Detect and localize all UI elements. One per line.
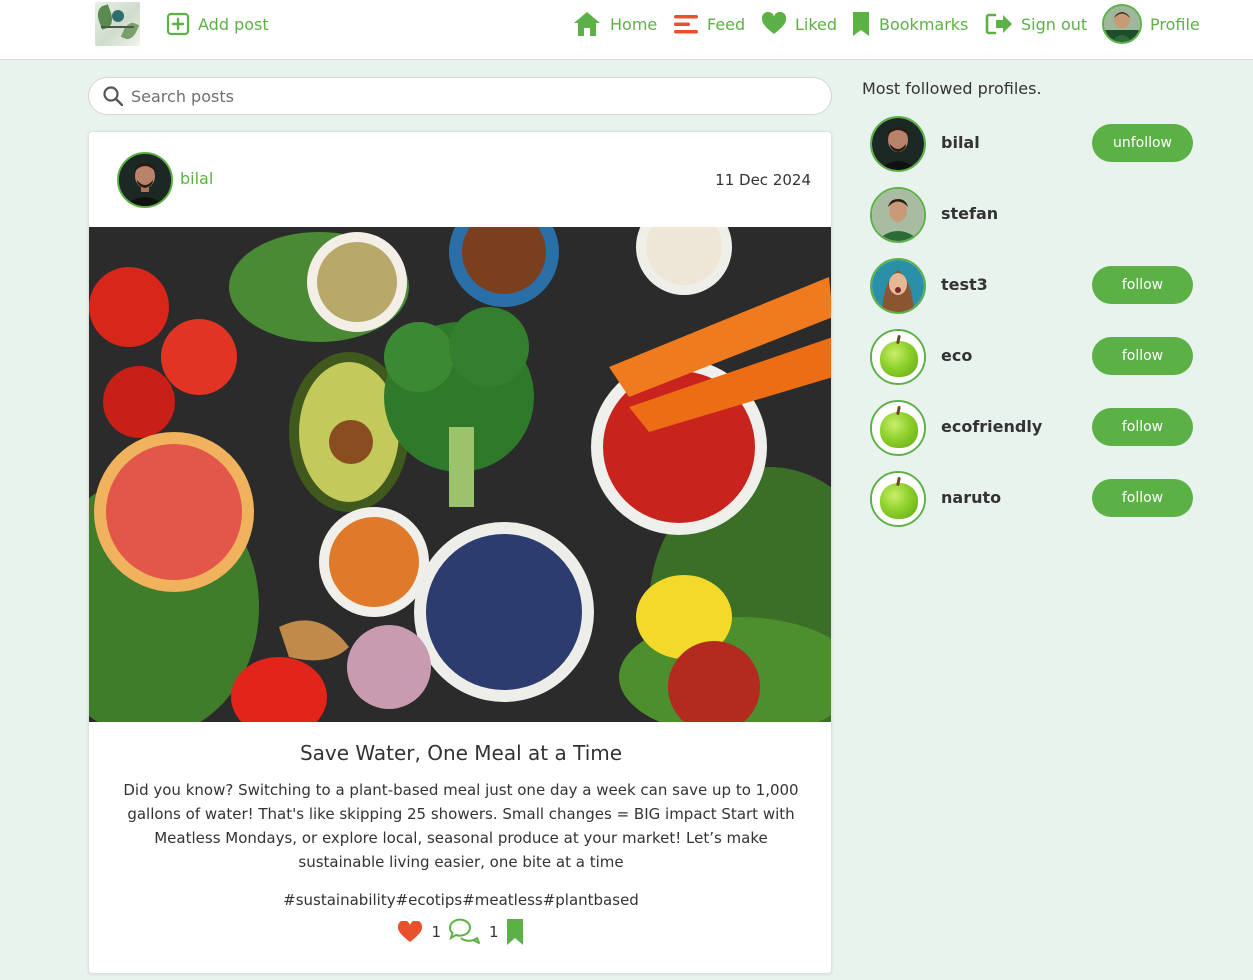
profile-name[interactable]: stefan: [941, 204, 998, 223]
nav-profile-label: Profile: [1150, 14, 1200, 34]
heart-icon[interactable]: [397, 921, 423, 943]
nav-home-label: Home: [610, 14, 658, 34]
heart-icon: [761, 12, 787, 34]
profile-avatar[interactable]: [870, 258, 926, 314]
top-navbar: Add post Home Feed Liked Bookmarks Sign …: [0, 0, 1253, 60]
profile-name[interactable]: bilal: [941, 133, 980, 152]
search-icon: [103, 86, 123, 106]
profile-row-eco[interactable]: eco follow: [870, 327, 1195, 385]
profile-name[interactable]: ecofriendly: [941, 417, 1042, 436]
profile-name[interactable]: eco: [941, 346, 972, 365]
post-tags[interactable]: #sustainability#ecotips#meatless#plantba…: [89, 891, 831, 909]
profile-name[interactable]: naruto: [941, 488, 1001, 507]
post-actions: 1 1: [89, 918, 831, 946]
profile-avatar: [1102, 4, 1142, 44]
comments-icon[interactable]: [447, 918, 481, 946]
post-author-name[interactable]: bilal: [180, 169, 213, 188]
comment-count: 1: [489, 923, 499, 941]
profile-name[interactable]: test3: [941, 275, 988, 294]
site-logo[interactable]: [95, 2, 140, 46]
comment-group[interactable]: 1: [447, 918, 499, 946]
unfollow-button[interactable]: unfollow: [1092, 124, 1193, 162]
bookmark-icon: [853, 12, 869, 36]
sign-out-icon: [985, 13, 1012, 35]
profile-row-bilal[interactable]: bilal unfollow: [870, 114, 1195, 172]
like-count: 1: [431, 923, 441, 941]
search-bar: [88, 77, 832, 115]
follow-button[interactable]: follow: [1092, 479, 1193, 517]
post-card: bilal 11 Dec 2024 Save Water, One Meal a…: [88, 131, 832, 974]
follow-button[interactable]: follow: [1092, 266, 1193, 304]
post-author-avatar[interactable]: [117, 152, 173, 208]
profile-avatar[interactable]: [870, 329, 926, 385]
profile-avatar[interactable]: [870, 471, 926, 527]
feed-bars-icon: [674, 15, 698, 34]
nav-bookmarks[interactable]: Bookmarks: [851, 7, 968, 41]
apple-icon: [872, 331, 924, 383]
profile-row-ecofriendly[interactable]: ecofriendly follow: [870, 398, 1195, 456]
nav-profile[interactable]: Profile: [1102, 4, 1200, 44]
profile-avatar[interactable]: [870, 187, 926, 243]
post-body: Did you know? Switching to a plant-based…: [123, 781, 799, 871]
bookmark-icon[interactable]: [505, 918, 525, 946]
post-date: 11 Dec 2024: [715, 171, 811, 189]
nav-add-post[interactable]: Add post: [166, 7, 269, 41]
home-icon: [574, 12, 600, 36]
follow-button[interactable]: follow: [1092, 408, 1193, 446]
apple-icon: [872, 402, 924, 454]
apple-icon: [872, 473, 924, 525]
sidebar-title: Most followed profiles.: [862, 79, 1042, 98]
follow-button[interactable]: follow: [1092, 337, 1193, 375]
nav-sign-out[interactable]: Sign out: [985, 7, 1087, 41]
nav-sign-out-label: Sign out: [1021, 14, 1088, 34]
plus-square-icon: [166, 12, 190, 36]
profile-avatar[interactable]: [870, 400, 926, 456]
profile-row-naruto[interactable]: naruto follow: [870, 469, 1195, 527]
nav-home[interactable]: Home: [572, 7, 657, 41]
nav-liked-label: Liked: [795, 14, 838, 34]
search-input[interactable]: [131, 86, 791, 106]
nav-liked[interactable]: Liked: [761, 7, 837, 41]
nav-add-post-label: Add post: [198, 14, 269, 34]
post-image-vegetables: [89, 227, 831, 722]
profile-avatar[interactable]: [870, 116, 926, 172]
nav-feed[interactable]: Feed: [673, 7, 745, 41]
post-title: Save Water, One Meal at a Time: [299, 741, 623, 765]
profile-row-stefan[interactable]: stefan: [870, 185, 1195, 243]
nav-bookmarks-label: Bookmarks: [879, 14, 969, 34]
nav-feed-label: Feed: [707, 14, 746, 34]
profile-row-test3[interactable]: test3 follow: [870, 256, 1195, 314]
like-group[interactable]: 1: [397, 921, 441, 943]
